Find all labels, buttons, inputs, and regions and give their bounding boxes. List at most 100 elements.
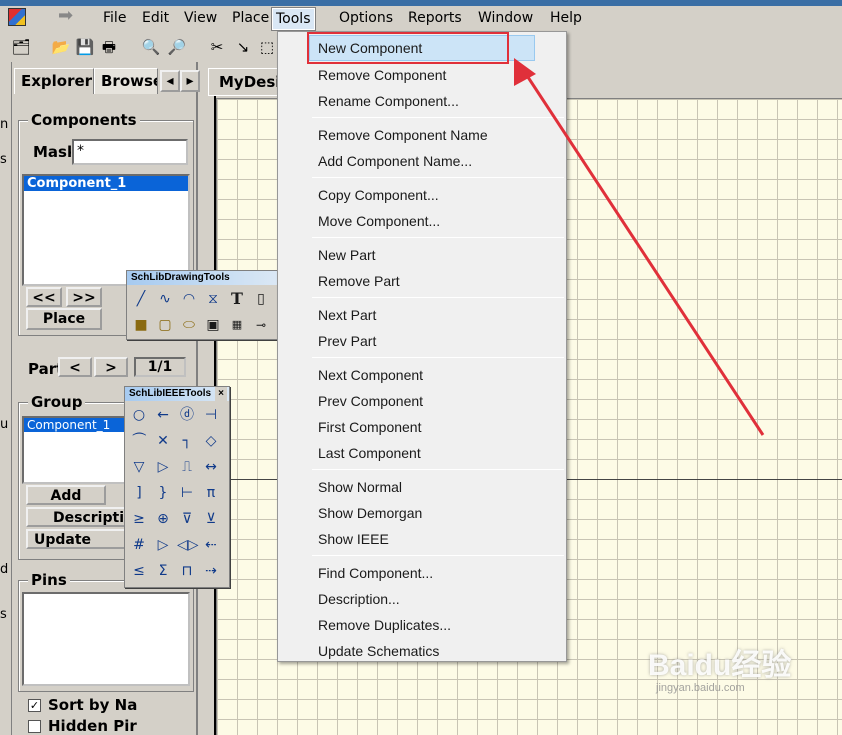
- tab-scroll-left-button[interactable]: ◂: [160, 70, 180, 92]
- print-icon[interactable]: 🖶: [98, 36, 120, 58]
- wire-icon[interactable]: ↘: [232, 36, 254, 58]
- next-part-button[interactable]: >: [94, 357, 128, 377]
- not-logic-icon[interactable]: ✕: [153, 431, 173, 451]
- right-left-signal-icon[interactable]: ←: [153, 405, 173, 425]
- menu-item-show-normal[interactable]: Show Normal: [318, 479, 402, 495]
- tab-scroll-right-button[interactable]: ▸: [180, 70, 200, 92]
- shift-right-icon[interactable]: ⇢: [201, 561, 221, 581]
- polygon-icon[interactable]: ⧖: [203, 289, 223, 309]
- menu-item-update-schematics[interactable]: Update Schematics: [318, 643, 439, 659]
- select-icon[interactable]: ⬚: [256, 36, 278, 58]
- save-icon[interactable]: 💾: [74, 36, 96, 58]
- menu-item-show-demorgan[interactable]: Show Demorgan: [318, 505, 422, 521]
- menu-reports[interactable]: Reports: [408, 10, 462, 26]
- explorer-icon[interactable]: 🗂: [10, 36, 32, 58]
- open-collector-pullup-icon[interactable]: ⊕: [153, 509, 173, 529]
- rectangle-icon[interactable]: ■: [131, 315, 151, 335]
- ieee-tools-toolbar[interactable]: SchLibIEEETools × ○ ← ⓓ ⊣ ⏜ ✕ ┐ ◇ ▽ ▷ ⎍ …: [124, 386, 230, 588]
- hiz-icon[interactable]: ▽: [129, 457, 149, 477]
- menu-file[interactable]: File: [103, 10, 126, 26]
- menu-window[interactable]: Window: [478, 10, 533, 26]
- prev-part-button[interactable]: <: [58, 357, 92, 377]
- menu-options[interactable]: Options: [339, 10, 393, 26]
- menu-view[interactable]: View: [184, 10, 217, 26]
- shift-left-icon[interactable]: ⇠: [201, 535, 221, 555]
- greater-equal-icon[interactable]: ≥: [129, 509, 149, 529]
- rounded-rect-icon[interactable]: ▢: [155, 315, 175, 335]
- menu-item-remove-duplicates[interactable]: Remove Duplicates...: [318, 617, 451, 633]
- menu-item-add-component-name[interactable]: Add Component Name...: [318, 153, 472, 169]
- close-icon[interactable]: ×: [215, 387, 227, 401]
- zoom-out-icon[interactable]: 🔎: [166, 36, 188, 58]
- clock-icon[interactable]: ⓓ: [177, 405, 197, 425]
- ellipse-icon[interactable]: ⬭: [179, 315, 199, 335]
- part-icon[interactable]: ▯: [251, 289, 271, 309]
- menu-edit[interactable]: Edit: [142, 10, 169, 26]
- menu-item-prev-part[interactable]: Prev Part: [318, 333, 376, 349]
- place-button[interactable]: Place: [26, 308, 102, 330]
- sort-by-name-checkbox[interactable]: ✓: [28, 699, 41, 712]
- hidden-pins-checkbox[interactable]: [28, 720, 41, 733]
- active-low-input-icon[interactable]: ⊣: [201, 405, 221, 425]
- menu-item-next-part[interactable]: Next Part: [318, 307, 376, 323]
- open-emitter-icon[interactable]: ⊽: [177, 509, 197, 529]
- menu-item-remove-component[interactable]: Remove Component: [318, 67, 446, 83]
- open-collector-icon[interactable]: ◇: [201, 431, 221, 451]
- cut-icon[interactable]: ✂: [206, 36, 228, 58]
- first-component-button[interactable]: <<: [26, 287, 62, 307]
- menu-item-last-component[interactable]: Last Component: [318, 445, 421, 461]
- group-binary-icon[interactable]: }: [153, 483, 173, 503]
- ieee-tools-title[interactable]: SchLibIEEETools ×: [125, 387, 229, 401]
- update-schematics-button[interactable]: Update Sch: [26, 529, 126, 549]
- list-item[interactable]: Component_1: [24, 176, 188, 191]
- array-icon[interactable]: ▦: [227, 315, 247, 335]
- menu-place[interactable]: Place: [232, 10, 269, 26]
- open-emitter-pullup-icon[interactable]: ⊻: [201, 509, 221, 529]
- dot-icon[interactable]: ○: [129, 405, 149, 425]
- less-equal-icon[interactable]: ≤: [129, 561, 149, 581]
- bezier-icon[interactable]: ∿: [155, 289, 175, 309]
- analog-signal-icon[interactable]: ⏜: [129, 431, 149, 451]
- menu-item-next-component[interactable]: Next Component: [318, 367, 423, 383]
- menu-item-copy-component[interactable]: Copy Component...: [318, 187, 439, 203]
- menu-item-find-component[interactable]: Find Component...: [318, 565, 433, 581]
- schmitt-icon[interactable]: ⊓: [177, 561, 197, 581]
- menu-item-remove-component-name[interactable]: Remove Component Name: [318, 127, 488, 143]
- tab-explorer[interactable]: Explorer: [14, 68, 94, 94]
- mask-input[interactable]: *: [72, 139, 188, 165]
- digital-signal-icon[interactable]: #: [129, 535, 149, 555]
- drawing-tools-title[interactable]: SchLibDrawingTools: [127, 271, 277, 285]
- pi-symbol-icon[interactable]: π: [201, 483, 221, 503]
- delay-icon[interactable]: ↔: [201, 457, 221, 477]
- pulse-icon[interactable]: ⎍: [177, 457, 197, 477]
- pin-icon[interactable]: ⊸: [251, 315, 271, 335]
- description-button[interactable]: Descripti: [26, 507, 126, 527]
- menu-help[interactable]: Help: [550, 10, 582, 26]
- drawing-tools-toolbar[interactable]: SchLibDrawingTools ╱ ∿ ◠ ⧖ T ▯ ■ ▢ ⬭ ▣ ▦…: [126, 270, 278, 340]
- postponed-output-icon[interactable]: ┐: [177, 431, 197, 451]
- menu-item-first-component[interactable]: First Component: [318, 419, 421, 435]
- menu-item-remove-part[interactable]: Remove Part: [318, 273, 400, 289]
- menu-item-show-ieee[interactable]: Show IEEE: [318, 531, 389, 547]
- invertor-icon[interactable]: ▷: [153, 535, 173, 555]
- app-icon[interactable]: [8, 8, 26, 26]
- input-output-icon[interactable]: ◁▷: [177, 535, 199, 555]
- last-component-button[interactable]: >>: [66, 287, 102, 307]
- image-icon[interactable]: ▣: [203, 315, 223, 335]
- active-low-output-icon[interactable]: ⊢: [177, 483, 197, 503]
- group-line-icon[interactable]: ]: [129, 483, 149, 503]
- menu-item-rename-component[interactable]: Rename Component...: [318, 93, 459, 109]
- menu-item-move-component[interactable]: Move Component...: [318, 213, 440, 229]
- pins-list[interactable]: [22, 592, 190, 686]
- open-folder-icon[interactable]: 📂: [50, 36, 72, 58]
- menu-tools[interactable]: Tools: [271, 7, 316, 31]
- tab-browse[interactable]: Browse: [94, 68, 158, 94]
- zoom-in-icon[interactable]: 🔍: [140, 36, 162, 58]
- add-button[interactable]: Add: [26, 485, 106, 505]
- menu-item-new-part[interactable]: New Part: [318, 247, 376, 263]
- arc-icon[interactable]: ◠: [179, 289, 199, 309]
- back-arrow-icon[interactable]: ➡: [58, 7, 86, 25]
- high-current-icon[interactable]: ▷: [153, 457, 173, 477]
- line-icon[interactable]: ╱: [131, 289, 151, 309]
- menu-item-description[interactable]: Description...: [318, 591, 400, 607]
